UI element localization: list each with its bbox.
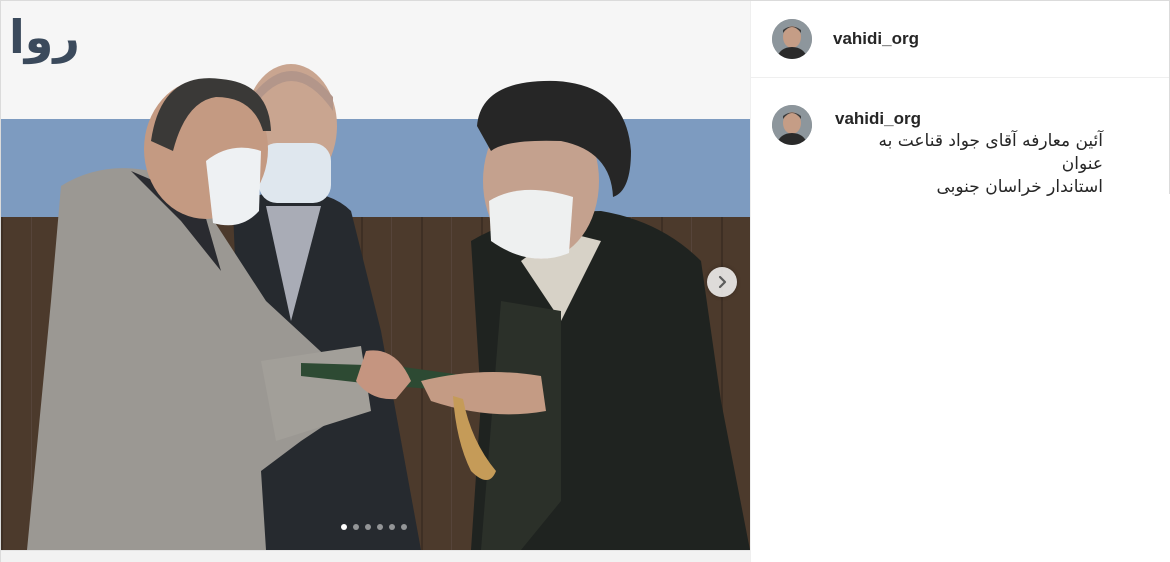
avatar[interactable] bbox=[772, 105, 812, 145]
post-caption: آئین معارفه آقای جواد قناعت به عنوان است… bbox=[835, 130, 1103, 199]
carousel-next-button[interactable] bbox=[707, 267, 737, 297]
post-media[interactable]: روا bbox=[1, 1, 750, 550]
media-bottom-divider bbox=[1, 550, 750, 562]
profile-photo bbox=[772, 19, 812, 59]
carousel-dot bbox=[389, 524, 395, 530]
post-side-panel: vahidi_org vahidi_org آئین معارفه آقای ج… bbox=[750, 1, 1170, 562]
carousel-dot bbox=[401, 524, 407, 530]
banner-text: روا bbox=[9, 10, 80, 64]
carousel-dot bbox=[341, 524, 347, 530]
post-header: vahidi_org bbox=[751, 1, 1170, 78]
header-username[interactable]: vahidi_org bbox=[833, 29, 919, 49]
carousel-dot bbox=[377, 524, 383, 530]
carousel-dot bbox=[353, 524, 359, 530]
caption-line: آئین معارفه آقای جواد قناعت به عنوان bbox=[878, 131, 1103, 174]
carousel-dot bbox=[365, 524, 371, 530]
comment-body: vahidi_org آئین معارفه آقای جواد قناعت ب… bbox=[835, 108, 1103, 199]
profile-photo bbox=[772, 105, 812, 145]
caption-line: استاندار خراسان جنوبی bbox=[936, 177, 1103, 197]
chevron-right-icon bbox=[718, 275, 727, 289]
post-photo: روا bbox=[1, 1, 750, 550]
avatar[interactable] bbox=[772, 19, 812, 59]
carousel-indicator bbox=[341, 523, 407, 531]
comment-username[interactable]: vahidi_org bbox=[835, 108, 1103, 130]
caption-comment: vahidi_org آئین معارفه آقای جواد قناعت ب… bbox=[772, 105, 1152, 199]
instagram-post: روا vahidi_org vahidi_org آئین معارفه آق… bbox=[0, 0, 1170, 562]
